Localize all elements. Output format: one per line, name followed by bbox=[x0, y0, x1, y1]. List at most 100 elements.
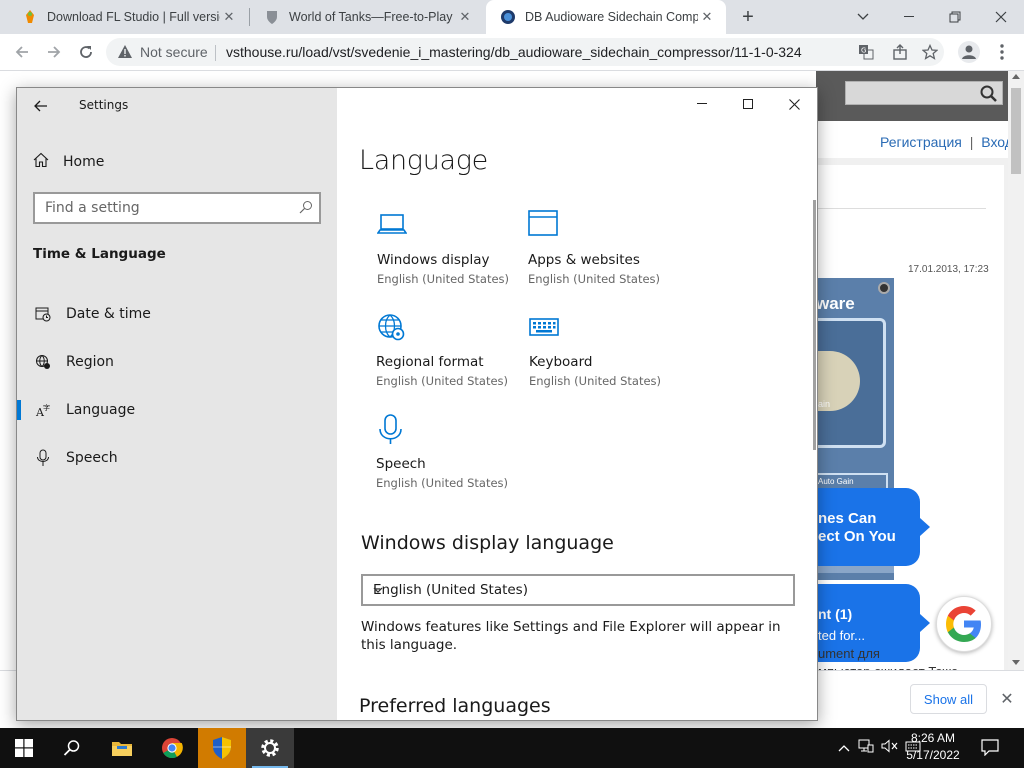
bookmark-star-icon[interactable] bbox=[921, 43, 939, 65]
scroll-down-icon[interactable] bbox=[1012, 660, 1020, 665]
back-arrow-icon[interactable] bbox=[8, 38, 36, 66]
clock-date: 5/17/2022 bbox=[906, 748, 960, 762]
speech-tile[interactable]: Speech English (United States) bbox=[376, 414, 526, 506]
register-link[interactable]: Регистрация bbox=[880, 134, 962, 150]
show-all-button[interactable]: Show all bbox=[910, 684, 987, 714]
close-icon[interactable] bbox=[771, 88, 817, 120]
maximize-icon[interactable] bbox=[725, 88, 771, 120]
microphone-icon bbox=[33, 448, 53, 468]
close-downloads-icon[interactable]: ✕ bbox=[996, 688, 1018, 710]
svg-text:字: 字 bbox=[43, 403, 50, 412]
windows-display-tile[interactable]: Windows display English (United States) bbox=[376, 210, 527, 302]
link-divider: | bbox=[969, 134, 974, 150]
chevron-up-icon[interactable] bbox=[838, 739, 850, 757]
volume-mute-icon[interactable] bbox=[881, 738, 899, 758]
windows-start-icon[interactable] bbox=[0, 728, 48, 768]
plugin-meter-frame: ain bbox=[816, 318, 886, 448]
section-heading: Time & Language bbox=[33, 246, 166, 262]
post-date: 17.01.2013, 17:23 bbox=[908, 264, 989, 275]
tab-title: World of Tanks—Free-to-Play Tank bbox=[289, 10, 456, 24]
close-tab-icon[interactable]: ✕ bbox=[456, 8, 474, 26]
find-setting-input[interactable]: Find a setting bbox=[33, 192, 321, 224]
file-explorer-icon[interactable] bbox=[98, 728, 146, 768]
display-language-heading: Windows display language bbox=[361, 532, 614, 554]
ad-line: ted for... bbox=[818, 628, 865, 643]
security-status[interactable]: Not secure bbox=[140, 44, 208, 60]
search-icon[interactable] bbox=[980, 85, 998, 108]
scroll-up-icon[interactable] bbox=[1012, 74, 1020, 79]
tile-value: English (United States) bbox=[377, 272, 510, 286]
divider bbox=[816, 208, 986, 209]
new-tab-button[interactable]: + bbox=[736, 5, 760, 29]
uac-shield-icon[interactable] bbox=[198, 728, 246, 768]
keyboard-icon bbox=[529, 312, 559, 342]
globe-settings-icon bbox=[376, 312, 406, 342]
settings-nav-pane: Settings Home Find a setting Time & Lang… bbox=[17, 88, 337, 720]
close-window-icon[interactable] bbox=[978, 0, 1024, 34]
app-window-icon bbox=[528, 210, 558, 240]
search-icon bbox=[299, 200, 313, 219]
url-text[interactable]: vsthouse.ru/load/vst/svedenie_i_masterin… bbox=[226, 44, 802, 60]
tile-value: English (United States) bbox=[529, 374, 662, 388]
restore-icon[interactable] bbox=[932, 0, 978, 34]
preferred-languages-heading: Preferred languages bbox=[359, 695, 551, 717]
ad-popup[interactable]: nes Can ect On You bbox=[816, 488, 920, 566]
google-g-icon[interactable] bbox=[936, 596, 992, 652]
chrome-icon[interactable] bbox=[148, 728, 196, 768]
tile-value: English (United States) bbox=[376, 374, 509, 388]
warning-triangle-icon[interactable] bbox=[117, 44, 133, 64]
taskbar-clock[interactable]: 8:26 AM 5/17/2022 bbox=[900, 730, 966, 764]
tab-title: DB Audioware Sidechain Compressor bbox=[525, 10, 698, 24]
popup-pointer bbox=[920, 518, 930, 536]
close-tab-icon[interactable]: ✕ bbox=[220, 8, 238, 26]
popup-pointer bbox=[920, 614, 930, 632]
close-tab-icon[interactable]: ✕ bbox=[698, 8, 716, 26]
home-icon bbox=[33, 152, 49, 172]
translate-icon[interactable]: G bbox=[858, 44, 874, 65]
page-text: ument для bbox=[818, 646, 880, 661]
chevron-down-icon bbox=[373, 582, 791, 598]
browser-tab[interactable]: World of Tanks—Free-to-Play Tank ✕ bbox=[250, 0, 484, 34]
home-nav-item[interactable]: Home bbox=[33, 150, 104, 174]
back-arrow-icon[interactable] bbox=[29, 94, 53, 118]
tile-name: Regional format bbox=[376, 354, 484, 370]
minimize-icon[interactable] bbox=[886, 0, 932, 34]
content-scrollbar[interactable] bbox=[813, 200, 816, 450]
settings-gear-icon[interactable] bbox=[246, 728, 294, 768]
clock-time: 8:26 AM bbox=[910, 731, 956, 745]
nav-item-language[interactable]: A字 Language bbox=[17, 388, 337, 432]
nav-item-region[interactable]: Region bbox=[17, 340, 337, 384]
profile-avatar-icon[interactable] bbox=[958, 41, 980, 63]
nav-item-date-time[interactable]: Date & time bbox=[17, 292, 337, 336]
display-language-dropdown[interactable]: English (United States) bbox=[361, 574, 795, 606]
tab-search-chevron-icon[interactable] bbox=[840, 0, 886, 34]
site-globe-icon bbox=[500, 9, 516, 25]
browser-tab-active[interactable]: DB Audioware Sidechain Compressor ✕ bbox=[486, 0, 726, 34]
plugin-knob-icon bbox=[878, 282, 890, 294]
tile-name: Windows display bbox=[377, 252, 490, 268]
apps-websites-tile[interactable]: Apps & websites English (United States) bbox=[528, 210, 678, 302]
forward-arrow-icon[interactable] bbox=[40, 38, 68, 66]
date-time-icon bbox=[33, 304, 53, 324]
minimize-icon[interactable] bbox=[679, 88, 725, 120]
scrollbar-thumb[interactable] bbox=[1011, 88, 1021, 174]
tile-value: English (United States) bbox=[528, 272, 661, 286]
microphone-icon bbox=[376, 414, 406, 444]
svg-text:G: G bbox=[861, 47, 866, 55]
share-icon[interactable] bbox=[892, 44, 908, 65]
nav-item-label: Speech bbox=[66, 450, 118, 466]
plugin-label: ain bbox=[818, 399, 831, 409]
language-icon: A字 bbox=[33, 400, 53, 420]
search-icon[interactable] bbox=[48, 728, 96, 768]
regional-format-tile[interactable]: Regional format English (United States) bbox=[376, 312, 526, 404]
wot-shield-icon bbox=[264, 9, 280, 25]
browser-menu-icon[interactable] bbox=[994, 43, 1010, 66]
reload-icon[interactable] bbox=[72, 38, 100, 66]
nav-item-speech[interactable]: Speech bbox=[17, 436, 337, 480]
ad-line: ect On You bbox=[818, 528, 896, 545]
fl-studio-icon bbox=[22, 9, 38, 25]
notifications-icon[interactable] bbox=[980, 738, 1004, 758]
keyboard-tile[interactable]: Keyboard English (United States) bbox=[529, 312, 679, 404]
network-icon[interactable] bbox=[858, 739, 874, 758]
browser-tab[interactable]: Download FL Studio | Full version ✕ bbox=[8, 0, 248, 34]
